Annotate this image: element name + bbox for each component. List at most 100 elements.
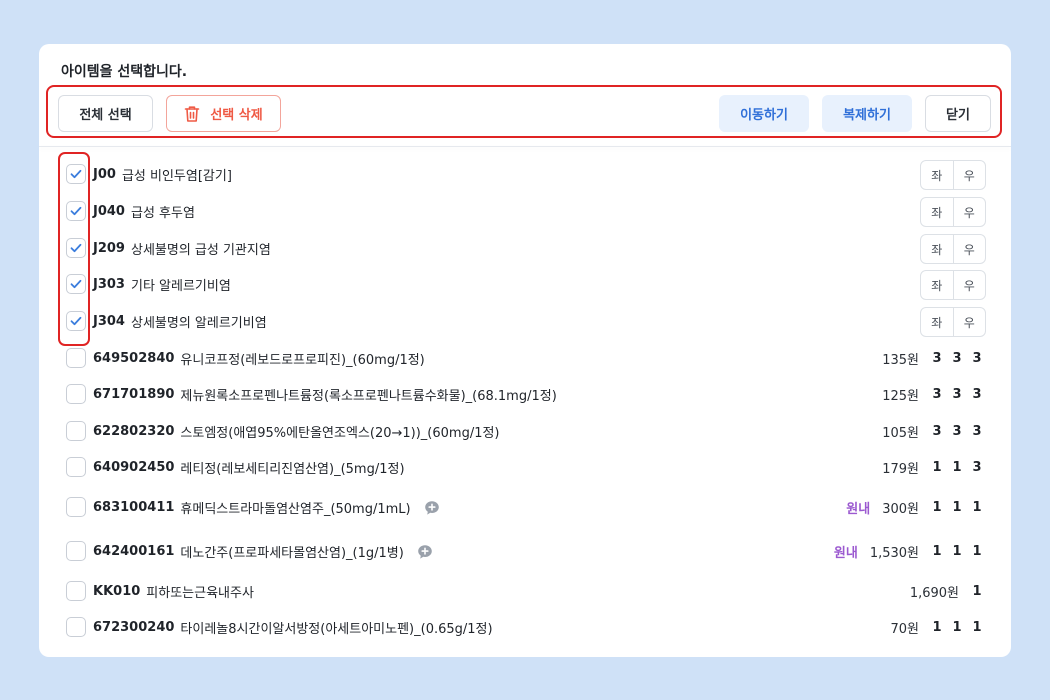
prescription-row: KK010 피하또는근육내주사 1,690원 1: [39, 577, 1011, 607]
item-name: 상세불명의 알레르기비염: [130, 316, 267, 331]
item-price: 1,690원: [909, 586, 959, 601]
row-checkbox[interactable]: [66, 421, 86, 441]
item-name: 제뉴원록소프로펜나트륨정(록소프로펜나트륨수화물)_(68.1mg/1정): [180, 389, 557, 404]
left-right-toggle: 좌우: [920, 160, 986, 190]
right-button[interactable]: 우: [952, 161, 986, 189]
toolbar: 전체 선택 선택 삭제 이동하기 복제하기 닫기: [46, 85, 1002, 138]
price-dose-info: 179원 1 1 3: [882, 458, 987, 477]
left-right-toggle: 좌우: [920, 197, 986, 227]
select-all-button[interactable]: 전체 선택: [58, 95, 153, 132]
inhouse-badge: 원내: [833, 546, 858, 561]
row-text: 642400161 데노간주(프로파세타몰염산염)_(1g/1병): [93, 542, 434, 561]
dose-value: 1: [972, 620, 982, 635]
delete-selected-button[interactable]: 선택 삭제: [166, 95, 281, 132]
price-dose-info: 105원 3 3 3: [882, 422, 987, 441]
item-code: 672300240: [93, 620, 175, 635]
item-code: J303: [93, 277, 125, 292]
item-name: 유니코프정(레보드로프로피진)_(60mg/1정): [180, 353, 425, 368]
row-checkbox[interactable]: [66, 457, 86, 477]
left-button[interactable]: 좌: [921, 161, 953, 189]
row-checkbox[interactable]: [66, 581, 86, 601]
item-price: 179원: [882, 462, 919, 477]
prescription-row: 642400161 데노간주(프로파세타몰염산염)_(1g/1병) 원내 1,530원…: [39, 537, 1011, 567]
item-code: 649502840: [93, 351, 175, 366]
item-code: J209: [93, 241, 125, 256]
dose-value: 1: [952, 460, 962, 475]
row-text: 640902450 레티정(레보세티리진염산염)_(5mg/1정): [93, 458, 405, 477]
dose-value: 3: [932, 351, 942, 366]
item-name: 데노간주(프로파세타몰염산염)_(1g/1병): [180, 546, 404, 561]
delete-selected-label: 선택 삭제: [210, 108, 263, 123]
row-checkbox[interactable]: [66, 348, 86, 368]
item-code: 622802320: [93, 424, 175, 439]
dose-value: 3: [932, 424, 942, 439]
item-price: 300원: [882, 502, 919, 517]
prescription-row: 683100411 휴메딕스트라마돌염산염주_(50mg/1mL) 원내 300원 1 1…: [39, 493, 1011, 523]
item-code: J040: [93, 204, 125, 219]
memo-bubble-icon[interactable]: [423, 499, 441, 517]
row-text: J209 상세불명의 급성 기관지염: [93, 239, 271, 258]
prescription-row: 622802320 스토엠정(애엽95%에탄올연조엑스(20→1))_(60mg/…: [39, 417, 1011, 447]
close-button[interactable]: 닫기: [925, 95, 991, 132]
right-button[interactable]: 우: [952, 308, 986, 336]
dose-value: 3: [972, 424, 982, 439]
item-code: KK010: [93, 584, 141, 599]
diagnosis-row: J209 상세불명의 급성 기관지염 좌 우: [39, 234, 1011, 264]
left-button[interactable]: 좌: [921, 235, 953, 263]
row-text: 683100411 휴메딕스트라마돌염산염주_(50mg/1mL): [93, 498, 441, 517]
diagnosis-row: J040 급성 후두염 좌 우: [39, 197, 1011, 227]
close-label: 닫기: [946, 108, 970, 123]
row-text: 649502840 유니코프정(레보드로프로피진)_(60mg/1정): [93, 349, 425, 368]
row-text: 671701890 제뉴원록소프로펜나트륨정(록소프로펜나트륨수화물)_(68.1…: [93, 385, 557, 404]
dose-value: 3: [952, 387, 962, 402]
item-select-panel: 아이템을 선택합니다. 전체 선택 선택 삭제 이동하기 복제하기 닫기 J00…: [39, 44, 1011, 657]
copy-button[interactable]: 복제하기: [822, 95, 912, 132]
price-dose-info: 원내 300원 1 1 1: [846, 498, 987, 517]
row-text: 622802320 스토엠정(애엽95%에탄올연조엑스(20→1))_(60mg/…: [93, 422, 500, 441]
dose-value: 1: [972, 544, 982, 559]
item-name: 급성 비인두염[감기]: [121, 169, 232, 184]
prescription-row: 671701890 제뉴원록소프로펜나트륨정(록소프로펜나트륨수화물)_(68.1…: [39, 380, 1011, 410]
price-dose-info: 135원 3 3 3: [882, 349, 987, 368]
item-code: J304: [93, 314, 125, 329]
dose-value: 1: [932, 500, 942, 515]
prescription-row: 640902450 레티정(레보세티리진염산염)_(5mg/1정) 179원 1 1 3: [39, 453, 1011, 483]
item-price: 135원: [882, 353, 919, 368]
dose-value: 3: [972, 460, 982, 475]
left-button[interactable]: 좌: [921, 308, 953, 336]
memo-bubble-icon[interactable]: [416, 543, 434, 561]
row-checkbox[interactable]: [66, 541, 86, 561]
row-checkbox[interactable]: [66, 497, 86, 517]
row-text: J304 상세불명의 알레르기비염: [93, 312, 267, 331]
dose-value: 3: [972, 351, 982, 366]
move-label: 이동하기: [740, 108, 788, 123]
move-button[interactable]: 이동하기: [719, 95, 809, 132]
left-button[interactable]: 좌: [921, 198, 953, 226]
dose-value: 1: [932, 544, 942, 559]
price-dose-info: 1,690원 1: [910, 582, 987, 601]
row-checkbox[interactable]: [66, 384, 86, 404]
right-button[interactable]: 우: [952, 198, 986, 226]
dose-value: 1: [932, 460, 942, 475]
diagnosis-row: J303 기타 알레르기비염 좌 우: [39, 270, 1011, 300]
panel-title: 아이템을 선택합니다.: [61, 64, 188, 80]
item-name: 스토엠정(애엽95%에탄올연조엑스(20→1))_(60mg/1정): [180, 426, 500, 441]
right-button[interactable]: 우: [952, 271, 986, 299]
left-button[interactable]: 좌: [921, 271, 953, 299]
dose-value: 3: [972, 387, 982, 402]
row-checkbox[interactable]: [66, 617, 86, 637]
prescription-row: 672300240 타이레놀8시간이알서방정(아세트아미노펜)_(0.65g/1정…: [39, 613, 1011, 643]
checked-items-highlight: [58, 152, 90, 346]
dose-value: 1: [932, 620, 942, 635]
row-text: J00 급성 비인두염[감기]: [93, 165, 232, 184]
item-name: 급성 후두염: [130, 206, 195, 221]
item-price: 105원: [882, 426, 919, 441]
item-price: 125원: [882, 389, 919, 404]
divider: [39, 146, 1011, 147]
copy-label: 복제하기: [843, 108, 891, 123]
price-dose-info: 70원 1 1 1: [890, 618, 987, 637]
trash-icon: [184, 105, 200, 123]
row-text: KK010 피하또는근육내주사: [93, 582, 254, 601]
prescription-row: 649502840 유니코프정(레보드로프로피진)_(60mg/1정) 135원 3 3…: [39, 344, 1011, 374]
right-button[interactable]: 우: [952, 235, 986, 263]
